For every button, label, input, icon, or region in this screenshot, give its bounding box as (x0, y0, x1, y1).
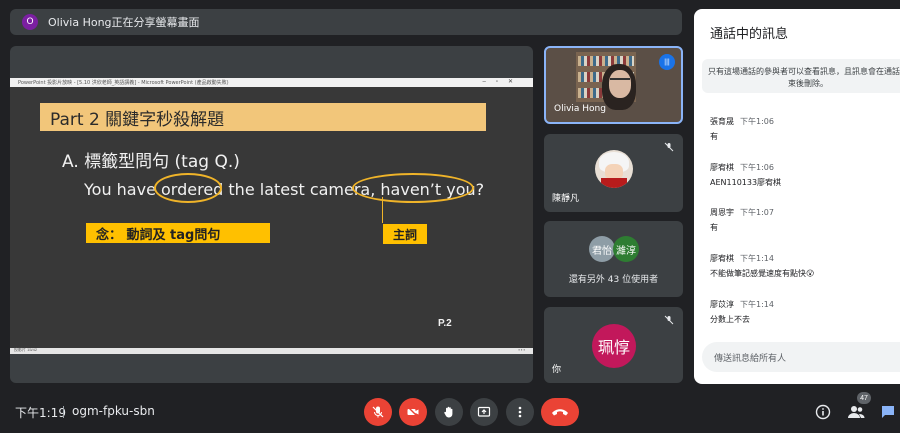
participant-tile-olivia[interactable]: ||| Olivia Hong (544, 46, 683, 124)
presenter-banner-text: Olivia Hong正在分享螢幕畫面 (48, 16, 200, 29)
chat-message: 張育晟 下午1:06 有 (710, 109, 900, 142)
message-text: 有 (710, 223, 718, 232)
subject-text: 主詞 (392, 227, 417, 242)
chat-message: 廖宥棋 下午1:06 AEN110133廖宥棋 (710, 155, 900, 188)
participant-name: 陳靜凡 (552, 194, 580, 204)
message-sender: 張育晟 (710, 117, 734, 126)
chat-message: 廖苡淳 下午1:14 分數上不去 (710, 292, 900, 325)
ppt-view-icons: ▪ ▪ ▪ (518, 347, 525, 352)
participants-button[interactable] (846, 402, 866, 422)
chat-input[interactable]: 傳送訊息給所有人 (702, 342, 900, 372)
slide-title: Part 2 關鍵字秒殺解題 (50, 109, 225, 130)
chat-title: 通話中的訊息 (710, 27, 789, 42)
subject-box: 主詞 (383, 224, 427, 244)
message-time: 下午1:14 (740, 300, 774, 309)
camera-toggle-button[interactable] (399, 398, 427, 426)
mic-off-icon (663, 141, 675, 153)
remember-box: 念： 動詞及 tag問句 (86, 223, 270, 243)
self-name: 你 (552, 365, 562, 375)
message-time: 下午1:06 (740, 163, 774, 172)
participant-avatar-image (595, 150, 633, 188)
participant-face (609, 70, 631, 98)
participant-name: Olivia Hong (554, 104, 606, 114)
remember-text: 念： 動詞及 tag問句 (96, 227, 221, 243)
chat-notice: 只有這場通話的參與者可以查看訊息，且訊息會在通話結束後刪除。 (702, 59, 900, 93)
highlight-oval-tag (352, 173, 474, 203)
message-text: 不能做筆記感覺速度有點快😮 (710, 269, 815, 278)
present-icon (477, 406, 491, 417)
hang-up-icon (552, 409, 568, 416)
other-participants-tile[interactable]: 君怡 濰淳 還有另外 43 位使用者 (544, 221, 683, 297)
chat-icon (882, 406, 894, 418)
meeting-code: ogm-fpku-sbn (72, 404, 155, 418)
hand-icon (444, 406, 453, 418)
mic-toggle-button[interactable] (364, 398, 392, 426)
divider (63, 406, 64, 418)
speaking-indicator-icon: ||| (659, 54, 675, 70)
window-controls-icon: –▫✕ (482, 79, 523, 85)
self-tile[interactable]: 珮惇 你 (544, 307, 683, 383)
message-text: 有 (710, 132, 718, 141)
slide: Part 2 關鍵字秒殺解題 A. 標籤型問句 (tag Q.) You hav… (10, 87, 533, 348)
ppt-statusbar: 投影片 15/42 ▪ ▪ ▪ (10, 347, 533, 354)
self-avatar: 珮惇 (592, 324, 636, 368)
chat-button[interactable] (878, 402, 898, 422)
mic-off-icon (663, 314, 675, 326)
chat-message: 周恩宇 下午1:07 有 (710, 200, 900, 233)
info-icon (815, 404, 831, 420)
glasses (610, 78, 630, 83)
other-participants-text: 還有另外 43 位使用者 (568, 275, 659, 285)
mic-off-icon (372, 406, 384, 418)
ppt-status-text: 投影片 15/42 (14, 347, 38, 352)
more-vert-icon (518, 406, 522, 418)
message-time: 下午1:14 (740, 254, 774, 263)
meeting-details-button[interactable] (813, 402, 833, 422)
message-text: AEN110133廖宥棋 (710, 178, 782, 187)
slide-heading: A. 標籤型問句 (tag Q.) (62, 152, 240, 172)
message-sender: 廖宥棋 (710, 254, 734, 263)
subject-pointer-line (382, 197, 383, 223)
message-time: 下午1:06 (740, 117, 774, 126)
participant-avatar: 濰淳 (613, 236, 639, 262)
message-sender: 廖苡淳 (710, 300, 734, 309)
message-time: 下午1:07 (740, 208, 774, 217)
slide-title-bar: Part 2 關鍵字秒殺解題 (40, 103, 486, 131)
message-text: 分數上不去 (710, 315, 750, 324)
camera-off-icon (407, 406, 419, 418)
presenter-banner: O Olivia Hong正在分享螢幕畫面 (10, 9, 682, 35)
chat-message: 廖宥棋 下午1:14 不能做筆記感覺速度有點快😮 (710, 246, 900, 279)
people-icon (848, 406, 865, 418)
leave-call-button[interactable] (541, 398, 579, 426)
participant-tile-second[interactable]: 陳靜凡 (544, 134, 683, 212)
ppt-window-title: PowerPoint 投影片放映 - [5.10 洪欣老師_英語講義] - Mi… (18, 80, 229, 86)
present-screen-button[interactable] (470, 398, 498, 426)
message-sender: 周恩宇 (710, 208, 734, 217)
raise-hand-button[interactable] (435, 398, 463, 426)
highlight-oval-verb (154, 173, 222, 203)
slide-page-number: P.2 (438, 318, 452, 329)
chat-panel: 通話中的訊息 只有這場通話的參與者可以查看訊息，且訊息會在通話結束後刪除。 張育… (694, 9, 900, 384)
current-time: 下午1:19 (15, 406, 66, 420)
participant-avatar: 君怡 (589, 236, 615, 262)
control-bar: 下午1:19 ogm-fpku-sbn 47 (0, 392, 900, 433)
shared-screen: PowerPoint 投影片放映 - [5.10 洪欣老師_英語講義] - Mi… (10, 46, 533, 383)
participant-count-badge: 47 (857, 392, 871, 404)
message-sender: 廖宥棋 (710, 163, 734, 172)
presenter-avatar: O (22, 14, 38, 30)
more-options-button[interactable] (506, 398, 534, 426)
ppt-window-titlebar: PowerPoint 投影片放映 - [5.10 洪欣老師_英語講義] - Mi… (10, 78, 533, 87)
